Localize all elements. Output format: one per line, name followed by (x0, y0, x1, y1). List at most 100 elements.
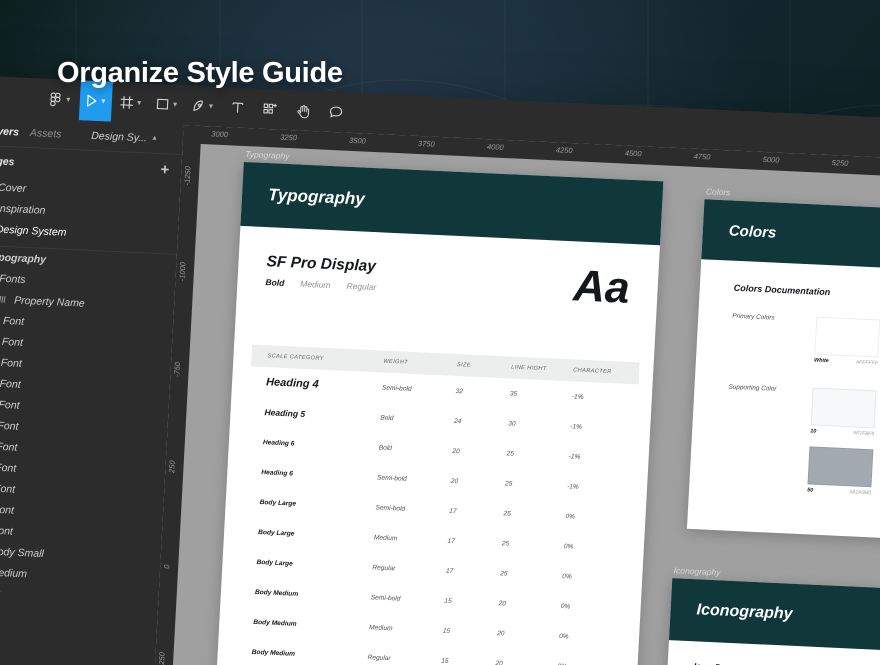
table-column-header: WEIGHT (383, 359, 457, 368)
table-cell: 0% (562, 573, 628, 583)
layer-item-label: Font (1, 356, 23, 369)
tab-assets[interactable]: Assets (30, 127, 62, 140)
tab-layers[interactable]: Layers (0, 124, 19, 138)
table-cell: Body Large (244, 498, 376, 511)
frame-label-iconography: Iconography (673, 565, 720, 577)
text-style-icon (0, 295, 7, 304)
ruler-tick-vertical: 0 (162, 564, 171, 569)
table-cell: Heading 6 (247, 438, 379, 451)
page-title: Organize Style Guide (57, 57, 343, 90)
table-cell: Bold (380, 414, 454, 424)
table-column-header: SCALE CATEGORY (251, 353, 383, 365)
frame-iconography[interactable]: Iconography Iconography Icon Documentati… (655, 578, 880, 665)
color-swatch-box (807, 446, 873, 487)
table-cell: Body Medium (239, 588, 371, 601)
table-cell: 0% (560, 603, 626, 613)
table-cell: Bold (379, 444, 453, 454)
ruler-tick-horizontal: 4000 (487, 142, 504, 152)
layer-item-label: Font (0, 377, 21, 390)
table-cell: Heading 6 (245, 468, 377, 481)
table-cell: 32 (455, 387, 510, 397)
chevron-down-icon: ▼ (65, 96, 72, 103)
components-icon (263, 102, 279, 117)
pages-header-label: Pages (0, 155, 15, 168)
icon-doc-title: Icon Documentation (693, 661, 880, 665)
table-cell: 0% (559, 633, 625, 643)
pages-list: CoverInspiration✓Design System (0, 174, 181, 248)
ruler-tick-horizontal: 3000 (211, 129, 228, 139)
table-cell: Semi-bold (371, 594, 445, 604)
tool-components[interactable] (254, 88, 286, 129)
layer-item-label: Font (0, 503, 14, 516)
ruler-tick-vertical: 250 (157, 652, 167, 665)
ruler-tick-horizontal: 5250 (831, 158, 848, 168)
supporting-colors-label: Supporting Color (728, 384, 790, 394)
typography-weight: Medium (300, 279, 331, 290)
tool-text[interactable] (221, 87, 253, 128)
table-cell: 24 (454, 417, 509, 427)
color-swatch-box (814, 317, 880, 358)
layer-item-label: Font (2, 335, 24, 348)
frame-typography[interactable]: Typography Typography SF Pro Display Bol… (210, 162, 664, 665)
color-swatch-meta: 10#F7F8F9 (810, 428, 874, 437)
table-cell: Body Large (240, 558, 372, 571)
tool-hand[interactable] (287, 90, 319, 131)
shape-rectangle-icon (155, 97, 170, 112)
ruler-tick-horizontal: 3750 (418, 139, 435, 149)
layer-item-label: Medium (0, 566, 27, 580)
ruler-tick-horizontal: 4500 (625, 149, 642, 159)
ruler-tick-horizontal: 3500 (349, 136, 366, 146)
color-swatch-meta: White#FFFFFF (814, 358, 878, 367)
color-swatch-name: 50 (807, 487, 813, 493)
page-item-label: Cover (0, 181, 26, 194)
table-cell: 15 (444, 597, 499, 607)
table-cell: 20 (497, 630, 559, 640)
layers-list: TypographyFontsProperty NameFontFontFont… (0, 243, 177, 632)
canvas[interactable]: Typography Typography SF Pro Display Bol… (142, 125, 880, 665)
table-cell: Semi-bold (382, 384, 456, 394)
table-cell: 20 (498, 600, 560, 610)
frame-icon (119, 95, 134, 110)
color-swatch-hex: #FFFFFF (856, 359, 878, 366)
table-cell: -1% (568, 453, 634, 463)
color-swatch: 10#F7F8F9 (810, 387, 876, 437)
table-cell: 0% (564, 543, 630, 553)
layer-item-label: Font (3, 314, 25, 327)
tool-comment[interactable] (320, 91, 352, 132)
table-column-header: SIZE (457, 362, 512, 371)
page-item-label: Inspiration (0, 202, 46, 216)
page-selector[interactable]: Design Sy... ▲ (91, 129, 174, 145)
ruler-tick-horizontal: 5000 (762, 155, 779, 165)
typography-scale-table: SCALE CATEGORYWEIGHTSIZELINE HIGHTCHARAC… (235, 345, 640, 665)
table-cell: 25 (500, 570, 562, 580)
page-selector-label: Design Sy... (91, 129, 147, 144)
table-cell: -1% (570, 423, 636, 433)
layer-item-label: Font (0, 440, 18, 453)
chevron-down-icon: ▼ (136, 99, 143, 106)
hand-icon (296, 103, 311, 119)
layer-item-label: 13 (0, 587, 1, 600)
color-swatch-name: 10 (810, 428, 816, 434)
table-cell: 25 (502, 540, 564, 550)
frame-colors[interactable]: Colors Colors Colors Documentation Prima… (687, 199, 880, 548)
pen-icon (191, 98, 206, 113)
table-cell: 17 (446, 567, 501, 577)
table-cell: 15 (443, 627, 498, 637)
table-cell: 20 (495, 660, 557, 665)
table-cell: 20 (452, 447, 507, 457)
chevron-up-icon: ▲ (151, 135, 158, 142)
table-cell: 35 (510, 390, 572, 400)
table-cell: Regular (372, 564, 446, 574)
supporting-colors-swatches: 10#F7F8F920#F1F2F430#DDE1E640#C1C7CD50#A… (807, 387, 880, 507)
primary-colors-swatches: White#FFFFFFOrange#A5E227Red#E84C34 (814, 317, 880, 374)
table-cell: Body Large (242, 528, 374, 541)
add-page-button[interactable]: + (160, 162, 170, 177)
color-swatch-box (811, 387, 877, 428)
figma-window: ▼ ▼ ▼ ▼ (0, 74, 880, 665)
iconography-header-title: Iconography (696, 601, 793, 623)
chevron-down-icon: ▼ (171, 101, 178, 108)
page-item-label: Design System (0, 223, 67, 238)
chevron-down-icon: ▼ (207, 103, 214, 110)
layer-item-label: Font (0, 461, 17, 474)
tool-pen[interactable]: ▼ (185, 85, 220, 126)
